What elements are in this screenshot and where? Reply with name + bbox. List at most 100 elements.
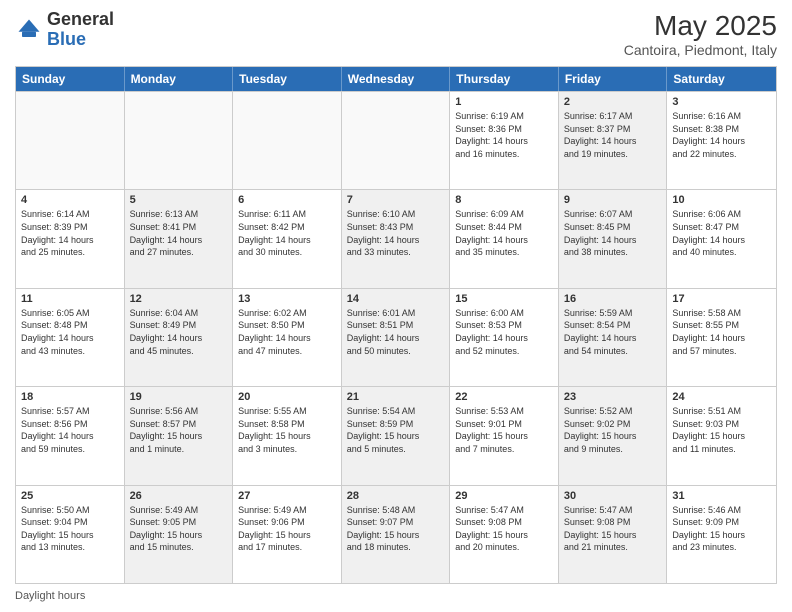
day-info: Sunrise: 6:09 AM Sunset: 8:44 PM Dayligh… (455, 208, 553, 258)
day-number: 25 (21, 490, 119, 502)
calendar-cell: 3 Sunrise: 6:16 AM Sunset: 8:38 PM Daylig… (667, 92, 776, 189)
day-info: Sunrise: 5:58 AM Sunset: 8:55 PM Dayligh… (672, 307, 771, 357)
day-number: 7 (347, 194, 445, 206)
calendar-cell: 28Sunrise: 5:48 AM Sunset: 9:07 PM Dayli… (342, 486, 451, 583)
calendar-cell: 29Sunrise: 5:47 AM Sunset: 9:08 PM Dayli… (450, 486, 559, 583)
subtitle: Cantoira, Piedmont, Italy (624, 42, 777, 58)
day-number: 1 (455, 96, 553, 108)
day-info: Sunrise: 5:47 AM Sunset: 9:08 PM Dayligh… (564, 504, 662, 554)
calendar-cell: 31 Sunrise: 5:46 AM Sunset: 9:09 PM Dayli… (667, 486, 776, 583)
day-number: 19 (130, 391, 228, 403)
weekday-header: Thursday (450, 67, 559, 91)
calendar-cell: 30 Sunrise: 5:47 AM Sunset: 9:08 PM Dayli… (559, 486, 668, 583)
day-number: 11 (21, 293, 119, 305)
title-block: May 2025 Cantoira, Piedmont, Italy (624, 10, 777, 58)
calendar-cell (16, 92, 125, 189)
footer: Daylight hours (15, 590, 777, 602)
day-info: Sunrise: 6:14 AM Sunset: 8:39 PM Dayligh… (21, 208, 119, 258)
day-number: 31 (672, 490, 771, 502)
day-info: Sunrise: 5:57 AM Sunset: 8:56 PM Dayligh… (21, 405, 119, 455)
weekday-header: Saturday (667, 67, 776, 91)
day-number: 12 (130, 293, 228, 305)
day-info: Sunrise: 5:56 AM Sunset: 8:57 PM Dayligh… (130, 405, 228, 455)
day-number: 8 (455, 194, 553, 206)
day-info: Sunrise: 5:50 AM Sunset: 9:04 PM Dayligh… (21, 504, 119, 554)
weekday-header: Monday (125, 67, 234, 91)
day-number: 20 (238, 391, 336, 403)
calendar-row: 11Sunrise: 6:05 AM Sunset: 8:48 PM Dayli… (16, 288, 776, 386)
weekday-header: Sunday (16, 67, 125, 91)
calendar-header: SundayMondayTuesdayWednesdayThursdayFrid… (16, 67, 776, 91)
logo-icon (15, 16, 43, 44)
weekday-header: Tuesday (233, 67, 342, 91)
calendar-cell: 18 Sunrise: 5:57 AM Sunset: 8:56 PM Dayli… (16, 387, 125, 484)
day-info: Sunrise: 6:04 AM Sunset: 8:49 PM Dayligh… (130, 307, 228, 357)
day-number: 26 (130, 490, 228, 502)
calendar-cell: 20 Sunrise: 5:55 AM Sunset: 8:58 PM Dayli… (233, 387, 342, 484)
day-number: 9 (564, 194, 662, 206)
day-number: 27 (238, 490, 336, 502)
calendar-cell: 12 Sunrise: 6:04 AM Sunset: 8:49 PM Dayli… (125, 289, 234, 386)
calendar-cell: 22 Sunrise: 5:53 AM Sunset: 9:01 PM Dayli… (450, 387, 559, 484)
day-info: Sunrise: 6:11 AM Sunset: 8:42 PM Dayligh… (238, 208, 336, 258)
calendar-row: 25 Sunrise: 5:50 AM Sunset: 9:04 PM Dayli… (16, 485, 776, 583)
calendar-cell: 19 Sunrise: 5:56 AM Sunset: 8:57 PM Dayli… (125, 387, 234, 484)
calendar-row: 4 Sunrise: 6:14 AM Sunset: 8:39 PM Daylig… (16, 189, 776, 287)
day-info: Sunrise: 6:06 AM Sunset: 8:47 PM Dayligh… (672, 208, 771, 258)
day-number: 23 (564, 391, 662, 403)
day-info: Sunrise: 6:01 AM Sunset: 8:51 PM Dayligh… (347, 307, 445, 357)
daylight-label: Daylight hours (15, 590, 85, 602)
calendar-cell: 13Sunrise: 6:02 AM Sunset: 8:50 PM Dayli… (233, 289, 342, 386)
day-number: 18 (21, 391, 119, 403)
calendar-cell: 2 Sunrise: 6:17 AM Sunset: 8:37 PM Daylig… (559, 92, 668, 189)
calendar-cell: 5Sunrise: 6:13 AM Sunset: 8:41 PM Daylig… (125, 190, 234, 287)
day-number: 10 (672, 194, 771, 206)
day-number: 3 (672, 96, 771, 108)
calendar-cell: 21Sunrise: 5:54 AM Sunset: 8:59 PM Dayli… (342, 387, 451, 484)
weekday-header: Wednesday (342, 67, 451, 91)
calendar-cell: 16 Sunrise: 5:59 AM Sunset: 8:54 PM Dayli… (559, 289, 668, 386)
calendar-cell: 27Sunrise: 5:49 AM Sunset: 9:06 PM Dayli… (233, 486, 342, 583)
calendar-cell: 15 Sunrise: 6:00 AM Sunset: 8:53 PM Dayli… (450, 289, 559, 386)
day-number: 6 (238, 194, 336, 206)
calendar-cell: 14 Sunrise: 6:01 AM Sunset: 8:51 PM Dayli… (342, 289, 451, 386)
calendar-body: 1Sunrise: 6:19 AM Sunset: 8:36 PM Daylig… (16, 91, 776, 583)
calendar-cell: 26 Sunrise: 5:49 AM Sunset: 9:05 PM Dayli… (125, 486, 234, 583)
calendar-cell (342, 92, 451, 189)
calendar: SundayMondayTuesdayWednesdayThursdayFrid… (15, 66, 777, 584)
day-number: 22 (455, 391, 553, 403)
day-number: 15 (455, 293, 553, 305)
day-info: Sunrise: 6:02 AM Sunset: 8:50 PM Dayligh… (238, 307, 336, 357)
day-info: Sunrise: 5:54 AM Sunset: 8:59 PM Dayligh… (347, 405, 445, 455)
day-info: Sunrise: 5:49 AM Sunset: 9:05 PM Dayligh… (130, 504, 228, 554)
day-info: Sunrise: 5:59 AM Sunset: 8:54 PM Dayligh… (564, 307, 662, 357)
calendar-cell: 9Sunrise: 6:07 AM Sunset: 8:45 PM Daylig… (559, 190, 668, 287)
calendar-cell: 1Sunrise: 6:19 AM Sunset: 8:36 PM Daylig… (450, 92, 559, 189)
logo-general: General (47, 9, 114, 29)
day-info: Sunrise: 6:10 AM Sunset: 8:43 PM Dayligh… (347, 208, 445, 258)
calendar-cell: 10 Sunrise: 6:06 AM Sunset: 8:47 PM Dayli… (667, 190, 776, 287)
day-number: 2 (564, 96, 662, 108)
calendar-cell: 11Sunrise: 6:05 AM Sunset: 8:48 PM Dayli… (16, 289, 125, 386)
day-info: Sunrise: 6:16 AM Sunset: 8:38 PM Dayligh… (672, 110, 771, 160)
day-info: Sunrise: 6:17 AM Sunset: 8:37 PM Dayligh… (564, 110, 662, 160)
day-number: 30 (564, 490, 662, 502)
day-info: Sunrise: 5:53 AM Sunset: 9:01 PM Dayligh… (455, 405, 553, 455)
day-info: Sunrise: 5:46 AM Sunset: 9:09 PM Dayligh… (672, 504, 771, 554)
calendar-cell: 8 Sunrise: 6:09 AM Sunset: 8:44 PM Daylig… (450, 190, 559, 287)
day-number: 24 (672, 391, 771, 403)
calendar-cell: 6 Sunrise: 6:11 AM Sunset: 8:42 PM Daylig… (233, 190, 342, 287)
calendar-cell: 4 Sunrise: 6:14 AM Sunset: 8:39 PM Daylig… (16, 190, 125, 287)
calendar-cell: 7 Sunrise: 6:10 AM Sunset: 8:43 PM Daylig… (342, 190, 451, 287)
day-number: 29 (455, 490, 553, 502)
day-number: 14 (347, 293, 445, 305)
day-info: Sunrise: 5:55 AM Sunset: 8:58 PM Dayligh… (238, 405, 336, 455)
month-title: May 2025 (624, 10, 777, 42)
calendar-cell (125, 92, 234, 189)
calendar-cell: 23Sunrise: 5:52 AM Sunset: 9:02 PM Dayli… (559, 387, 668, 484)
day-number: 16 (564, 293, 662, 305)
header: General Blue May 2025 Cantoira, Piedmont… (15, 10, 777, 58)
day-number: 4 (21, 194, 119, 206)
calendar-cell: 25 Sunrise: 5:50 AM Sunset: 9:04 PM Dayli… (16, 486, 125, 583)
day-info: Sunrise: 6:00 AM Sunset: 8:53 PM Dayligh… (455, 307, 553, 357)
